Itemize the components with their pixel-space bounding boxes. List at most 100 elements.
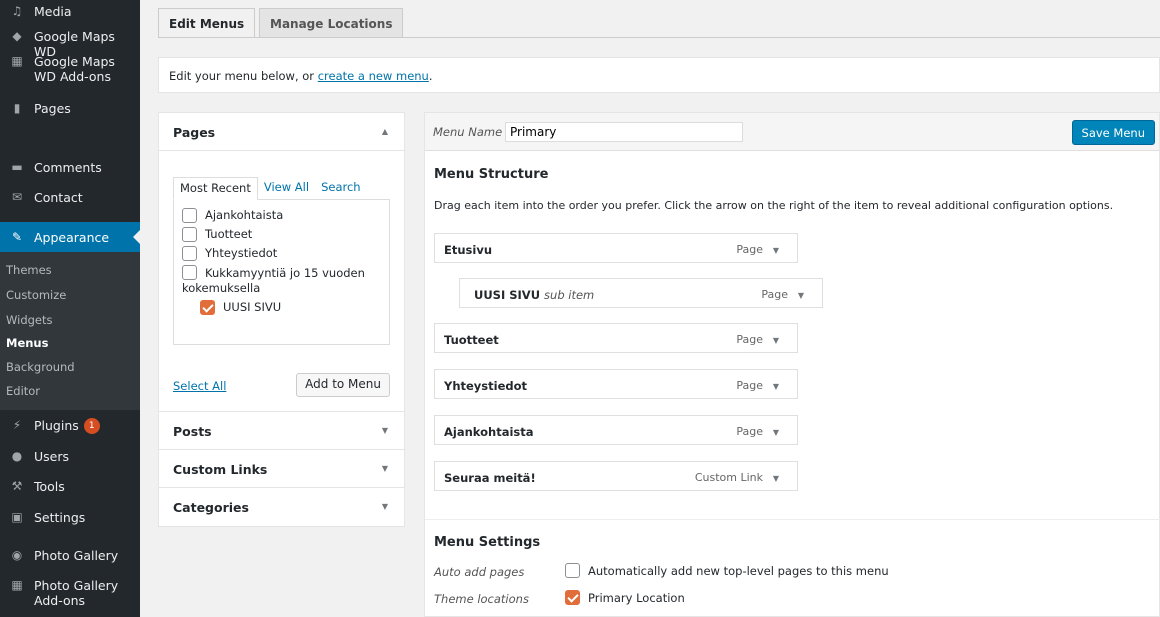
accordion-pages-title: Pages xyxy=(173,125,216,140)
menu-item-title: Seuraa meitä! xyxy=(444,471,536,485)
subtab-most-recent[interactable]: Most Recent xyxy=(173,177,258,200)
wrench-icon: ⚒ xyxy=(11,479,23,493)
sidebar-item-media[interactable]: ♫ Media xyxy=(0,4,140,19)
menu-structure-title: Menu Structure xyxy=(434,167,549,182)
menu-item-title: Ajankohtaista xyxy=(444,425,534,439)
accordion-custom-links-header[interactable]: Custom Links ▼ xyxy=(159,450,404,488)
add-menu-items-panel: Pages ▲ Most Recent View All Search Ajan… xyxy=(158,112,405,527)
sidebar-item-tools[interactable]: ⚒ Tools xyxy=(0,479,140,494)
menu-structure-instructions: Drag each item into the order you prefer… xyxy=(434,199,1114,212)
page-label: Tuotteet xyxy=(205,227,253,241)
pages-footer: Select All Add to Menu xyxy=(173,373,390,397)
tab-divider xyxy=(158,37,1160,38)
page-checkbox-checked[interactable] xyxy=(200,300,215,315)
settings-icon: ▣ xyxy=(11,510,23,524)
sidebar-item-plugins[interactable]: ⚡ Plugins 1 xyxy=(0,418,140,434)
page-label: UUSI SIVU xyxy=(223,300,282,314)
submenu-item-widgets[interactable]: Widgets xyxy=(6,313,53,327)
menu-item[interactable]: Yhteystiedot Page ▼ xyxy=(434,369,798,399)
subtab-view-all[interactable]: View All xyxy=(258,177,315,199)
auto-add-pages-option[interactable]: Automatically add new top-level pages to… xyxy=(565,563,889,578)
notice-suffix: . xyxy=(428,69,433,83)
sidebar-item-pages[interactable]: ▮ Pages xyxy=(0,101,140,116)
chevron-down-icon[interactable]: ▼ xyxy=(773,382,779,391)
list-item[interactable]: Yhteystiedot xyxy=(182,246,383,261)
menu-item[interactable]: Etusivu Page ▼ xyxy=(434,233,798,263)
sidebar-item-photo-gallery[interactable]: ◉ Photo Gallery xyxy=(0,548,140,563)
chevron-down-icon[interactable]: ▼ xyxy=(798,291,804,300)
page-checkbox[interactable] xyxy=(182,265,197,280)
create-new-menu-link[interactable]: create a new menu xyxy=(318,69,429,83)
page-checkbox[interactable] xyxy=(182,246,197,261)
tab-manage-locations[interactable]: Manage Locations xyxy=(259,8,404,38)
primary-location-checkbox[interactable] xyxy=(565,590,580,605)
sidebar-item-settings[interactable]: ▣ Settings xyxy=(0,510,140,525)
page-checkbox[interactable] xyxy=(182,227,197,242)
sidebar-item-label: Plugins xyxy=(34,418,79,433)
list-item[interactable]: Tuotteet xyxy=(182,227,383,242)
menu-item-title: Etusivu xyxy=(444,243,493,257)
chevron-down-icon[interactable]: ▼ xyxy=(773,474,779,483)
menu-item[interactable]: Seuraa meitä! Custom Link ▼ xyxy=(434,461,798,491)
submenu-item-background[interactable]: Background xyxy=(6,360,75,374)
submenu-item-editor[interactable]: Editor xyxy=(6,384,40,398)
admin-sidebar: ♫ Media ◆ Google Maps WD ▦ Google Maps W… xyxy=(0,0,140,617)
page-label: Kukkamyyntiä jo 15 vuoden kokemuksella xyxy=(182,266,365,295)
menu-item-sub[interactable]: UUSI SIVU sub item Page ▼ xyxy=(459,278,823,308)
comments-icon: ▬ xyxy=(11,160,23,174)
accordion-categories-header[interactable]: Categories ▼ xyxy=(159,488,404,526)
menu-item-type: Page xyxy=(736,425,763,438)
chevron-down-icon: ▼ xyxy=(381,464,388,473)
sidebar-item-google-maps-addons[interactable]: ▦ Google Maps WD Add-ons xyxy=(0,54,140,84)
menu-notice: Edit your menu below, or create a new me… xyxy=(158,57,1160,93)
menu-editor-header: Menu Name Save Menu xyxy=(425,113,1159,151)
primary-location-option[interactable]: Primary Location xyxy=(565,590,685,605)
plugin-icon: ⚡ xyxy=(12,418,22,432)
menu-item-type: Page xyxy=(761,288,788,301)
select-all-link[interactable]: Select All xyxy=(173,379,226,393)
pages-subtabs: Most Recent View All Search xyxy=(173,177,390,200)
accordion-section-title: Posts xyxy=(173,424,212,439)
menu-item[interactable]: Ajankohtaista Page ▼ xyxy=(434,415,798,445)
list-item[interactable]: Kukkamyyntiä jo 15 vuoden kokemuksella xyxy=(182,265,383,296)
submenu-item-menus[interactable]: Menus xyxy=(6,336,48,350)
sidebar-item-users[interactable]: ● Users xyxy=(0,449,140,464)
accordion-posts-header[interactable]: Posts ▼ xyxy=(159,412,404,450)
subtab-search[interactable]: Search xyxy=(315,177,367,199)
plugins-update-badge: 1 xyxy=(83,418,100,434)
add-to-menu-button[interactable]: Add to Menu xyxy=(296,373,390,397)
map-icon: ◆ xyxy=(12,29,22,43)
accordion-section-title: Categories xyxy=(173,500,249,515)
list-item[interactable]: UUSI SIVU xyxy=(182,300,383,315)
list-item[interactable]: Ajankohtaista xyxy=(182,208,383,223)
accordion-section-title: Custom Links xyxy=(173,462,268,477)
save-menu-button[interactable]: Save Menu xyxy=(1071,120,1155,145)
sidebar-item-label: Pages xyxy=(34,101,71,116)
addon-icon: ▦ xyxy=(11,578,23,592)
submenu-item-themes[interactable]: Themes xyxy=(6,263,52,277)
tab-edit-menus[interactable]: Edit Menus xyxy=(158,8,256,38)
chevron-down-icon[interactable]: ▼ xyxy=(773,336,779,345)
appearance-submenu: Themes Customize Widgets Menus Backgroun… xyxy=(0,252,140,410)
auto-add-pages-text: Automatically add new top-level pages to… xyxy=(588,563,889,578)
page-checkbox[interactable] xyxy=(182,208,197,223)
sidebar-item-photo-gallery-addons[interactable]: ▦ Photo Gallery Add-ons xyxy=(0,578,140,608)
sidebar-item-comments[interactable]: ▬ Comments xyxy=(0,160,140,175)
sidebar-item-label: Settings xyxy=(34,510,86,525)
sidebar-item-contact[interactable]: ✉ Contact xyxy=(0,190,140,205)
chevron-down-icon[interactable]: ▼ xyxy=(773,428,779,437)
sidebar-item-appearance[interactable]: ✎ Appearance xyxy=(0,222,140,252)
menu-item-title: UUSI SIVU sub item xyxy=(474,288,595,302)
submenu-item-customize[interactable]: Customize xyxy=(6,288,66,302)
chevron-down-icon[interactable]: ▼ xyxy=(773,246,779,255)
sub-item-tag: sub item xyxy=(544,288,595,302)
addon-icon: ▦ xyxy=(11,54,23,68)
menu-item-type: Page xyxy=(736,333,763,346)
camera-icon: ◉ xyxy=(11,548,23,562)
chevron-up-icon: ▲ xyxy=(381,127,388,136)
menu-name-input[interactable] xyxy=(505,122,743,142)
auto-add-pages-checkbox[interactable] xyxy=(565,563,580,578)
menu-item[interactable]: Tuotteet Page ▼ xyxy=(434,323,798,353)
sidebar-item-label: Appearance xyxy=(34,229,110,245)
accordion-pages-header[interactable]: Pages ▲ xyxy=(159,113,404,151)
